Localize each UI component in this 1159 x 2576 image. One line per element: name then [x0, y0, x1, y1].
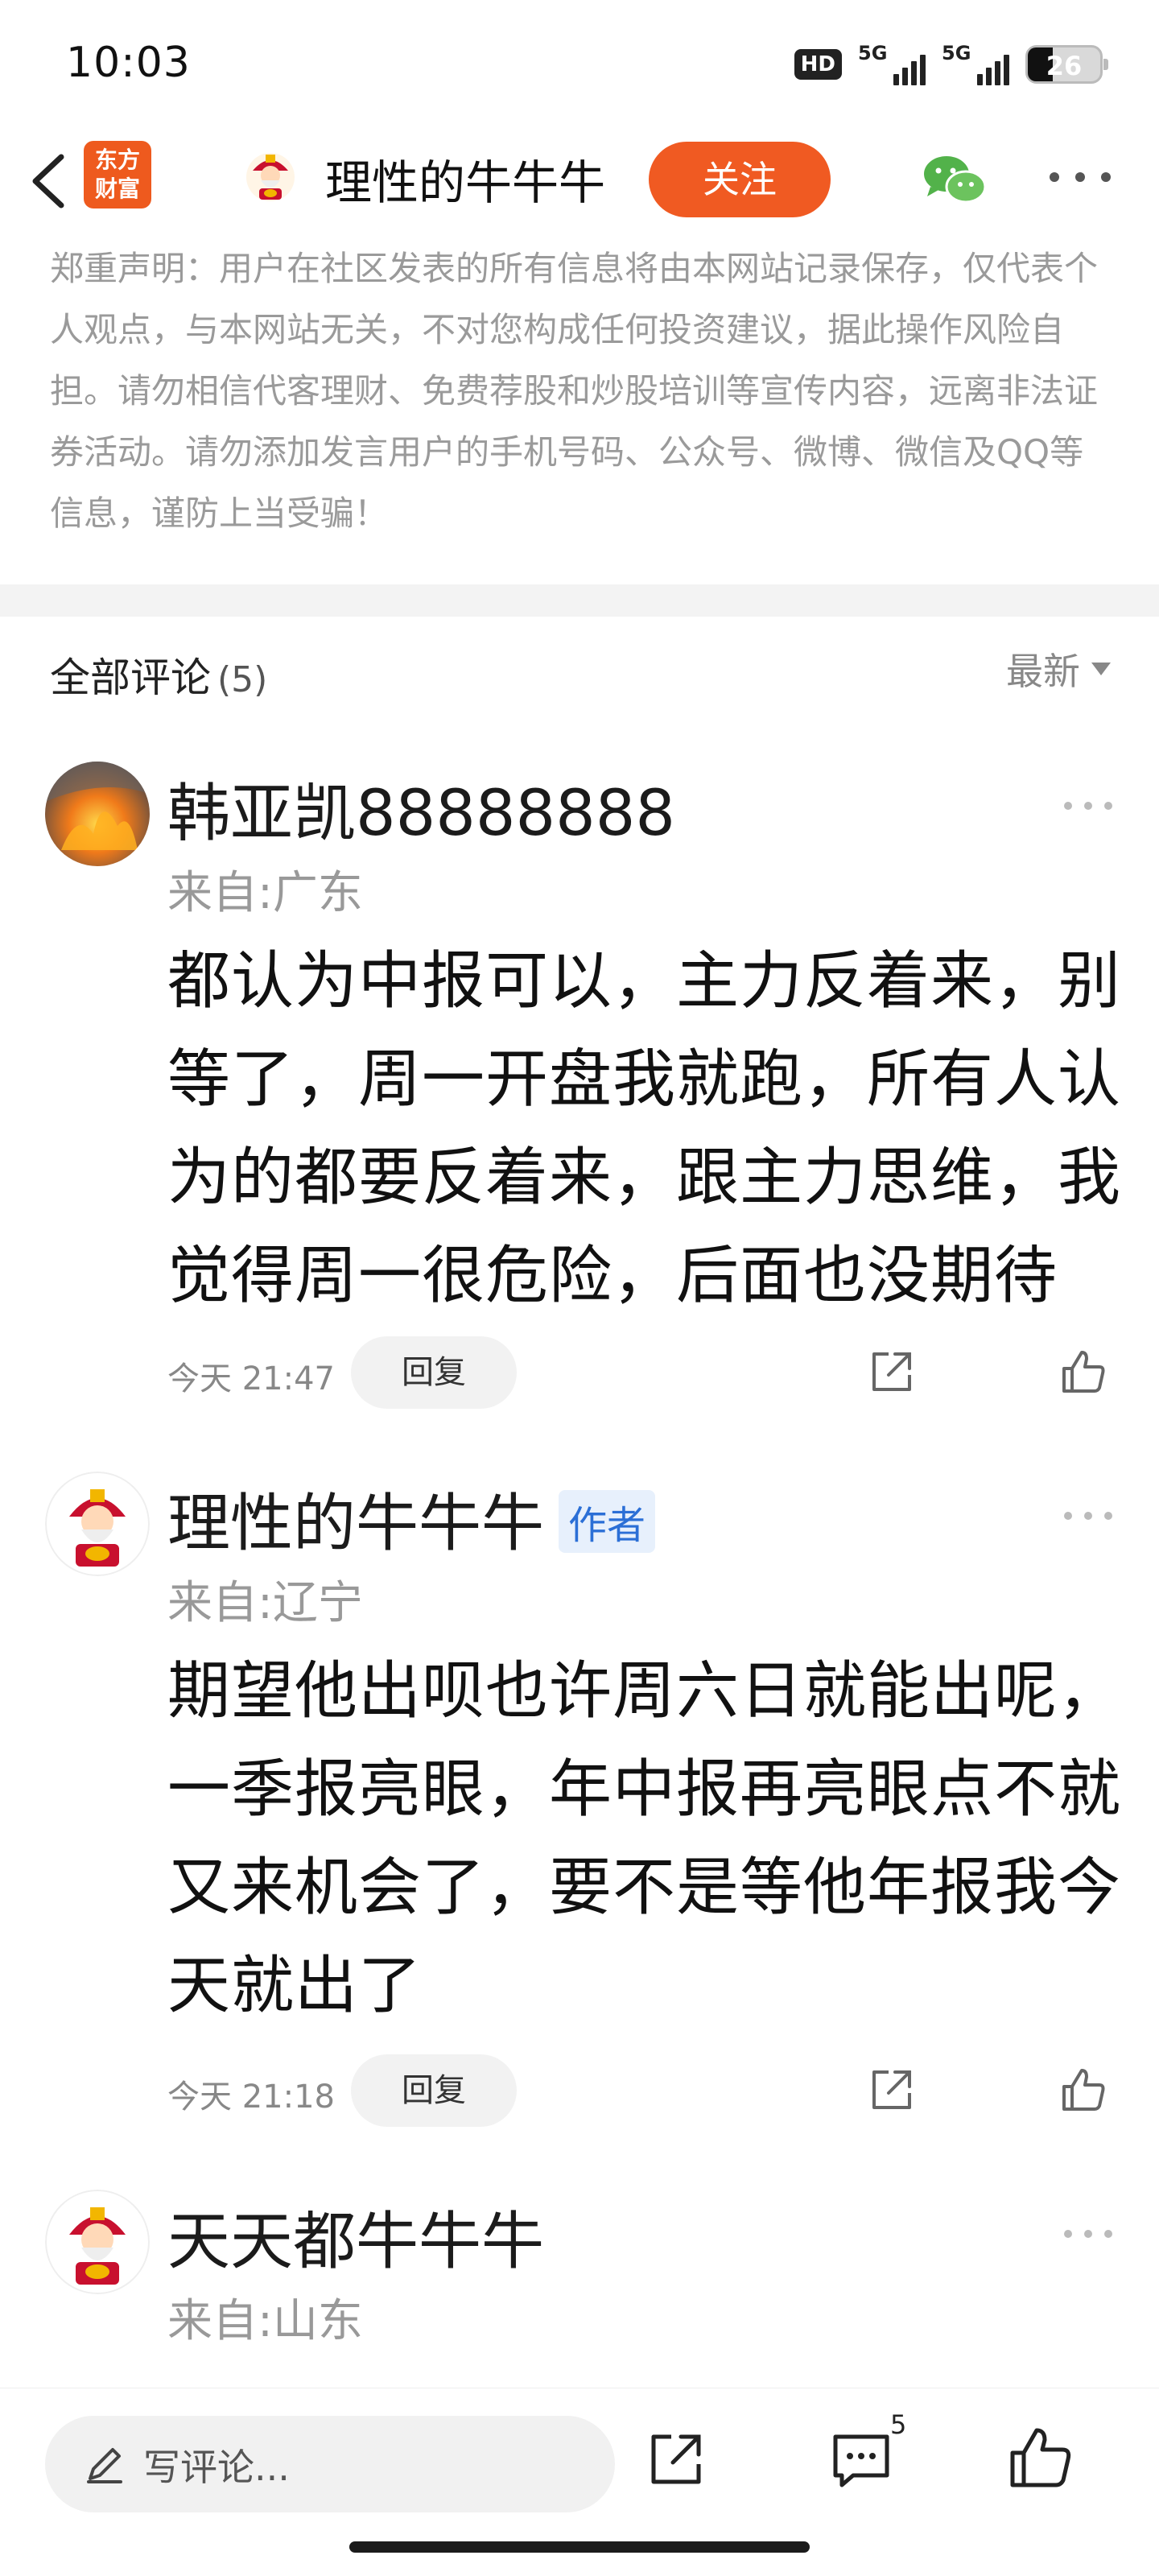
author-avatar-small[interactable]	[241, 147, 299, 204]
comment-time: 今天 21:18	[167, 2079, 335, 2116]
commenter-location: 来自:辽宁	[167, 1577, 363, 1629]
disclaimer-text: 郑重声明：用户在社区发表的所有信息将由本网站记录保存，仅代表个人观点，与本网站无…	[50, 249, 1099, 533]
commenter-location: 来自:广东	[167, 867, 363, 919]
comments-title: 全部评论 (5)	[50, 654, 268, 701]
comments-count: (5)	[217, 659, 268, 700]
network-type-label: 5G	[858, 42, 888, 64]
comment-more-icon[interactable]	[1064, 1512, 1112, 1521]
commenter-avatar[interactable]	[45, 1472, 150, 1576]
status-bar: 10:03 HD 5G 5G 26	[0, 0, 1159, 121]
sort-label: 最新	[1006, 650, 1080, 693]
comment-icon[interactable]	[829, 2429, 893, 2493]
thumbs-up-icon[interactable]	[1059, 1348, 1107, 1396]
signal-icon: 5G	[858, 42, 926, 87]
section-divider	[0, 584, 1159, 617]
bottom-action-bar: 写评论... 5	[0, 2388, 1159, 2576]
comment-body: 期望他出呗也许周六日就能出呢，一季报亮眼，年中报再亮眼点不就又来机会了，要不是等…	[167, 1655, 1122, 2022]
comment-more-icon[interactable]	[1064, 2230, 1112, 2240]
network-type-label-secondary: 5G	[942, 42, 971, 64]
home-indicator	[349, 2541, 810, 2553]
commenter-name[interactable]: 天天都牛牛牛	[167, 2191, 544, 2281]
share-icon[interactable]	[645, 2429, 707, 2490]
comment-count-badge: 5	[890, 2409, 907, 2440]
comments-header: 全部评论 (5) 最新	[0, 633, 1159, 705]
commenter-avatar[interactable]	[45, 2190, 150, 2294]
top-navigation-bar: 东方 财富 理性的牛牛牛 关注	[0, 121, 1159, 242]
comment-body: 都认为中报可以，主力反着来，别等了，周一开盘我就跑，所有人认为的都要反着来，跟主…	[167, 945, 1122, 1312]
thumbs-up-icon[interactable]	[1059, 2066, 1107, 2114]
battery-level: 26	[1046, 51, 1083, 81]
commenter-name[interactable]: 理性的牛牛牛 作者	[167, 1473, 656, 1563]
reply-button[interactable]: 回复	[351, 2054, 517, 2127]
signal-icon-secondary: 5G	[942, 42, 1009, 87]
chevron-left-icon[interactable]	[24, 149, 80, 213]
follow-button[interactable]: 关注	[649, 142, 831, 217]
post-page: 10:03 HD 5G 5G 26 东方 财富 理性的牛牛牛 关注 郑重声明：用…	[0, 0, 1159, 2576]
commenter-location: 来自:山东	[167, 2295, 363, 2347]
caret-down-icon	[1091, 663, 1111, 675]
write-comment-placeholder: 写评论...	[143, 2446, 290, 2489]
share-icon[interactable]	[868, 2066, 916, 2114]
battery-icon: 26	[1025, 45, 1108, 84]
commenter-name[interactable]: 韩亚凯88888888	[167, 763, 675, 853]
eastmoney-logo[interactable]: 东方 财富	[84, 141, 151, 208]
comment-time: 今天 21:47	[167, 1360, 335, 1397]
hd-voice-badge: HD	[794, 49, 842, 80]
author-badge: 作者	[559, 1489, 656, 1553]
share-icon[interactable]	[868, 1348, 916, 1396]
thumbs-up-icon[interactable]	[1006, 2424, 1074, 2491]
write-comment-input[interactable]: 写评论...	[45, 2416, 615, 2512]
sort-dropdown[interactable]: 最新	[1006, 642, 1111, 696]
wechat-icon[interactable]	[921, 151, 988, 208]
pencil-icon	[87, 2448, 122, 2483]
status-time: 10:03	[66, 39, 191, 87]
status-icons: HD 5G 5G 26	[794, 42, 1108, 87]
more-options-icon[interactable]	[1050, 171, 1111, 184]
comment-more-icon[interactable]	[1064, 802, 1112, 811]
page-title: 理性的牛牛牛	[325, 155, 606, 210]
reply-button[interactable]: 回复	[351, 1336, 517, 1409]
commenter-avatar[interactable]	[45, 762, 150, 866]
